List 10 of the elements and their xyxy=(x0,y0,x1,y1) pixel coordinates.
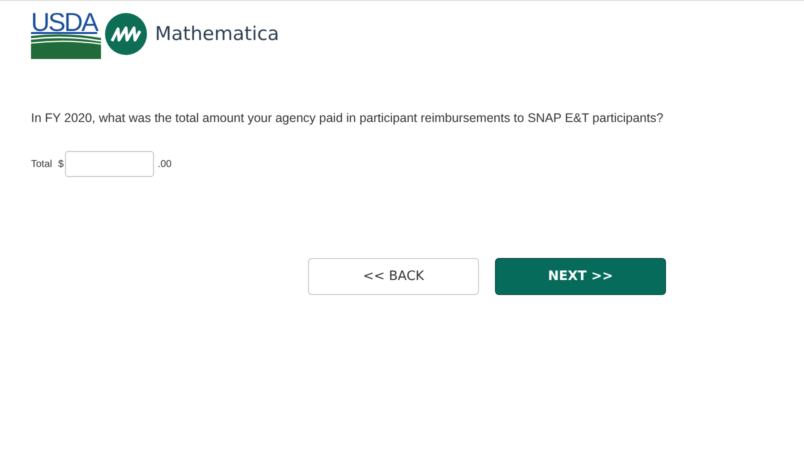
wave-logo-icon xyxy=(105,13,147,55)
currency-prefix: $ xyxy=(58,158,64,170)
amount-input[interactable] xyxy=(64,151,154,177)
usda-logo: USDA xyxy=(31,10,101,58)
cents-suffix: .00 xyxy=(158,158,172,170)
field-label: Total xyxy=(31,158,52,170)
question-text: In FY 2020, what was the total amount your agency paid in participant reimbursements to SNAP E&T participants? xyxy=(31,111,664,125)
back-button[interactable]: << BACK xyxy=(308,258,479,295)
mathematica-logo: Mathematica xyxy=(155,23,280,45)
next-button[interactable]: NEXT >> xyxy=(495,258,666,295)
